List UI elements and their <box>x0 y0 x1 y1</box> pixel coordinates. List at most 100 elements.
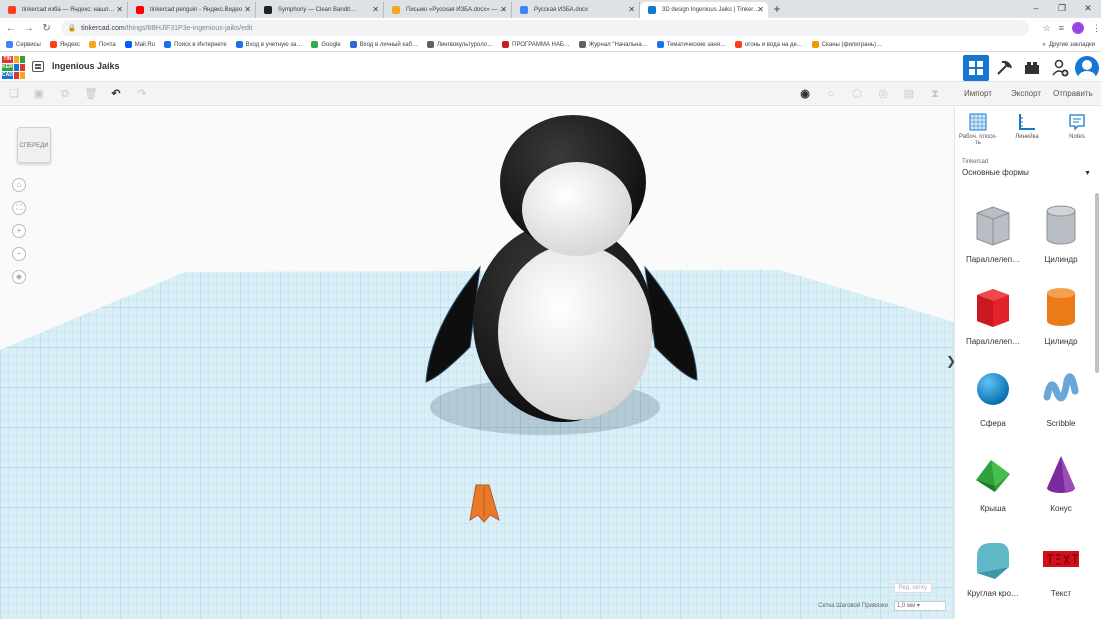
close-tab-icon[interactable]: ✕ <box>244 2 251 18</box>
close-tab-icon[interactable]: ✕ <box>757 2 764 18</box>
show-all-icon[interactable]: ◉ <box>799 88 811 100</box>
reading-list-icon[interactable]: ≡ <box>1059 23 1064 33</box>
ruler-tool[interactable]: Линейка <box>1007 113 1047 140</box>
bookmark-item[interactable]: Тематические заня… <box>656 41 726 48</box>
bookmark-item[interactable]: Поиск в Интернете <box>164 41 227 48</box>
browser-tab[interactable]: tinkercad penguin - Яндекс.Видео ✕ <box>128 2 256 18</box>
shape-round-roof[interactable]: Круглая кро… <box>960 527 1026 609</box>
workplane-tool[interactable]: Рабоч. плоск-ть <box>958 113 998 146</box>
close-tab-icon[interactable]: ✕ <box>372 2 379 18</box>
browser-tab[interactable]: tinkercad изба — Яндекс: нашл… ✕ <box>0 2 128 18</box>
mirror-icon[interactable]: ⧗ <box>929 88 941 100</box>
zoom-in-icon[interactable]: + <box>12 224 26 238</box>
edit-toolbar: ❏ ▣ ⧉ 🗑 ↶ ↷ ◉ ○ ⬠ ◎ ▤ ⧗ Импорт Экспорт О… <box>0 82 1101 106</box>
cylinder-hole-icon <box>1046 205 1076 245</box>
scribble-icon <box>1043 373 1079 402</box>
delete-icon[interactable]: 🗑 <box>84 88 98 100</box>
bricks-button[interactable] <box>1019 55 1045 81</box>
new-tab-button[interactable]: + <box>768 2 786 18</box>
user-avatar[interactable] <box>1075 55 1099 80</box>
add-user-button[interactable] <box>1047 55 1073 81</box>
duplicate-icon[interactable]: ⧉ <box>59 88 71 100</box>
bookmark-item[interactable]: Google <box>311 41 341 48</box>
workplane-viewport[interactable]: СПЕРЕДИ ⌂ ⛶ + − ◈ Ред. сетку Сетка Шагов… <box>0 107 954 619</box>
penguin-belly[interactable] <box>498 244 652 420</box>
bookmark-item[interactable]: Сканы (филигрань)… <box>811 41 882 48</box>
cylinder-icon <box>1047 288 1075 326</box>
shape-cylinder[interactable]: Цилиндр <box>1028 275 1094 357</box>
minimize-icon[interactable]: – <box>1023 0 1049 18</box>
bookmark-item[interactable]: Mail.Ru <box>124 41 155 48</box>
shape-sphere[interactable]: Сфера <box>960 357 1026 439</box>
bulb-icon[interactable]: ○ <box>825 88 837 100</box>
import-button[interactable]: Импорт <box>964 87 992 101</box>
round-roof-icon <box>977 543 1009 579</box>
shape-roof[interactable]: Крыша <box>960 442 1026 524</box>
redo-icon[interactable]: ↷ <box>136 88 148 100</box>
text-3d-icon <box>1043 551 1079 567</box>
paste-icon[interactable]: ▣ <box>33 88 45 100</box>
shape-library-select[interactable]: Основные формы ▼ <box>962 168 1095 182</box>
browser-tab[interactable]: Symphony — Clean Bandit… ✕ <box>256 2 384 18</box>
bookmark-item[interactable]: Сервисы <box>6 41 41 48</box>
mailru-icon <box>124 41 132 48</box>
snap-grid-select[interactable]: 1,0 мм ▾ <box>894 601 946 611</box>
close-tab-icon[interactable]: ✕ <box>116 2 123 18</box>
close-tab-icon[interactable]: ✕ <box>628 2 635 18</box>
ungroup-icon[interactable]: ◎ <box>877 88 889 100</box>
align-icon[interactable]: ▤ <box>903 88 915 100</box>
program-icon <box>502 41 510 48</box>
url-path: /things/8BHJlF31P3e-ingenious-jaiks/edit <box>124 24 253 32</box>
close-tab-icon[interactable]: ✕ <box>500 2 507 18</box>
close-window-icon[interactable]: ✕ <box>1075 0 1101 18</box>
browser-tab[interactable]: Письмо «Русская ИЗБА.docx» — … ✕ <box>384 2 512 18</box>
star-icon[interactable]: ☆ <box>1043 23 1051 34</box>
favicon-icon <box>136 6 144 14</box>
favicon-icon <box>8 6 16 14</box>
bookmark-item[interactable]: Яндекс <box>49 41 80 48</box>
browser-tab-active[interactable]: 3D design Ingenious Jaiks | Tinker… ✕ <box>640 2 768 18</box>
fit-view-icon[interactable]: ⛶ <box>12 201 26 215</box>
bookmark-item[interactable]: Почта <box>89 41 116 48</box>
panel-scrollbar[interactable] <box>1095 193 1099 373</box>
undo-icon[interactable]: ↶ <box>110 88 122 100</box>
blocks-button[interactable] <box>991 55 1017 81</box>
send-to-button[interactable]: Отправить <box>1053 87 1093 101</box>
copy-icon[interactable]: ❏ <box>8 88 20 100</box>
maximize-icon[interactable]: ❐ <box>1049 0 1075 18</box>
bookmark-item[interactable]: ПРОГРАММА НАБ… <box>502 41 570 48</box>
reload-icon[interactable]: ↻ <box>40 23 54 34</box>
back-icon[interactable]: ← <box>4 23 18 34</box>
home-view-icon[interactable]: ⌂ <box>12 178 26 192</box>
browser-tab[interactable]: Русская ИЗБА.docx ✕ <box>512 2 640 18</box>
view-cube[interactable]: СПЕРЕДИ <box>17 127 51 163</box>
shape-scribble[interactable]: Scribble <box>1028 357 1094 439</box>
shape-box[interactable]: Параллелеп… <box>960 275 1026 357</box>
zoom-out-icon[interactable]: − <box>12 247 26 261</box>
shape-cone[interactable]: Конус <box>1028 442 1094 524</box>
menu-icon[interactable]: ⋮ <box>1092 23 1101 34</box>
forward-icon[interactable]: → <box>22 23 36 34</box>
group-icon[interactable]: ⬠ <box>851 88 863 100</box>
bookmark-item[interactable]: Лингвокультуроло… <box>426 41 493 48</box>
bookmark-item[interactable]: Журнал "Начальна… <box>578 41 648 48</box>
bookmark-item[interactable]: огонь и вода на де… <box>734 41 803 48</box>
penguin-face[interactable] <box>522 162 632 256</box>
shape-box-hole[interactable]: Параллелеп… <box>960 193 1026 275</box>
design-title[interactable]: Ingenious Jaiks <box>52 61 120 71</box>
notes-tool[interactable]: Notes <box>1057 113 1097 140</box>
edit-grid-button[interactable]: Ред. сетку <box>893 583 932 593</box>
bookmark-item[interactable]: Вход в личный каб… <box>349 41 418 48</box>
shape-cylinder-hole[interactable]: Цилиндр <box>1028 193 1094 275</box>
perspective-icon[interactable]: ◈ <box>12 270 26 284</box>
other-bookmarks[interactable]: » Другие закладки <box>1042 38 1095 51</box>
url-field[interactable]: 🔒 tinkercad.com/things/8BHJlF31P3e-ingen… <box>61 20 1029 36</box>
export-button[interactable]: Экспорт <box>1011 87 1041 101</box>
tinkercad-logo[interactable]: TIN KER CAD <box>2 56 25 79</box>
3d-view-button[interactable] <box>963 54 989 81</box>
shape-text[interactable]: Текст <box>1028 527 1094 609</box>
notes-icon <box>1069 114 1085 131</box>
design-list-icon[interactable] <box>32 61 44 72</box>
bookmark-item[interactable]: Вход в учетную за… <box>235 41 302 48</box>
profile-avatar[interactable]: O <box>1071 22 1084 34</box>
